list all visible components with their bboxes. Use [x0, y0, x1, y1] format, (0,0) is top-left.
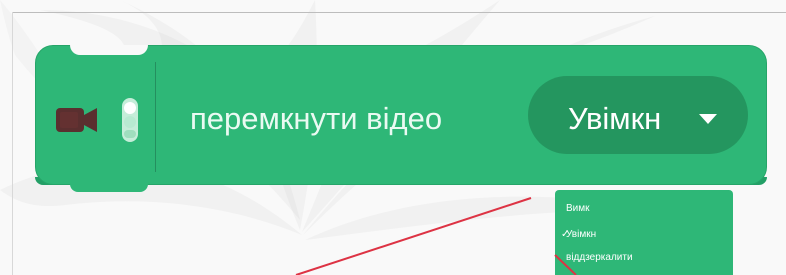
dropdown-selected-value: Увімкн: [568, 101, 662, 136]
top-border: [12, 12, 786, 13]
block-top-notch: [70, 45, 148, 55]
menu-item-on[interactable]: Увімкн: [566, 229, 596, 241]
checkmark-icon: ✓: [561, 229, 570, 240]
chevron-down-icon: [699, 114, 717, 124]
menu-item-mirror[interactable]: віддзеркалити: [566, 252, 633, 264]
block-bottom-notch: [70, 184, 148, 192]
block-label: перемкнути відео: [190, 101, 443, 136]
menu-item-off[interactable]: Вимк: [566, 203, 590, 215]
block-divider: [155, 62, 156, 172]
video-sensing-icon: [122, 98, 138, 142]
left-border: [12, 12, 13, 275]
video-camera-icon: [56, 108, 97, 132]
